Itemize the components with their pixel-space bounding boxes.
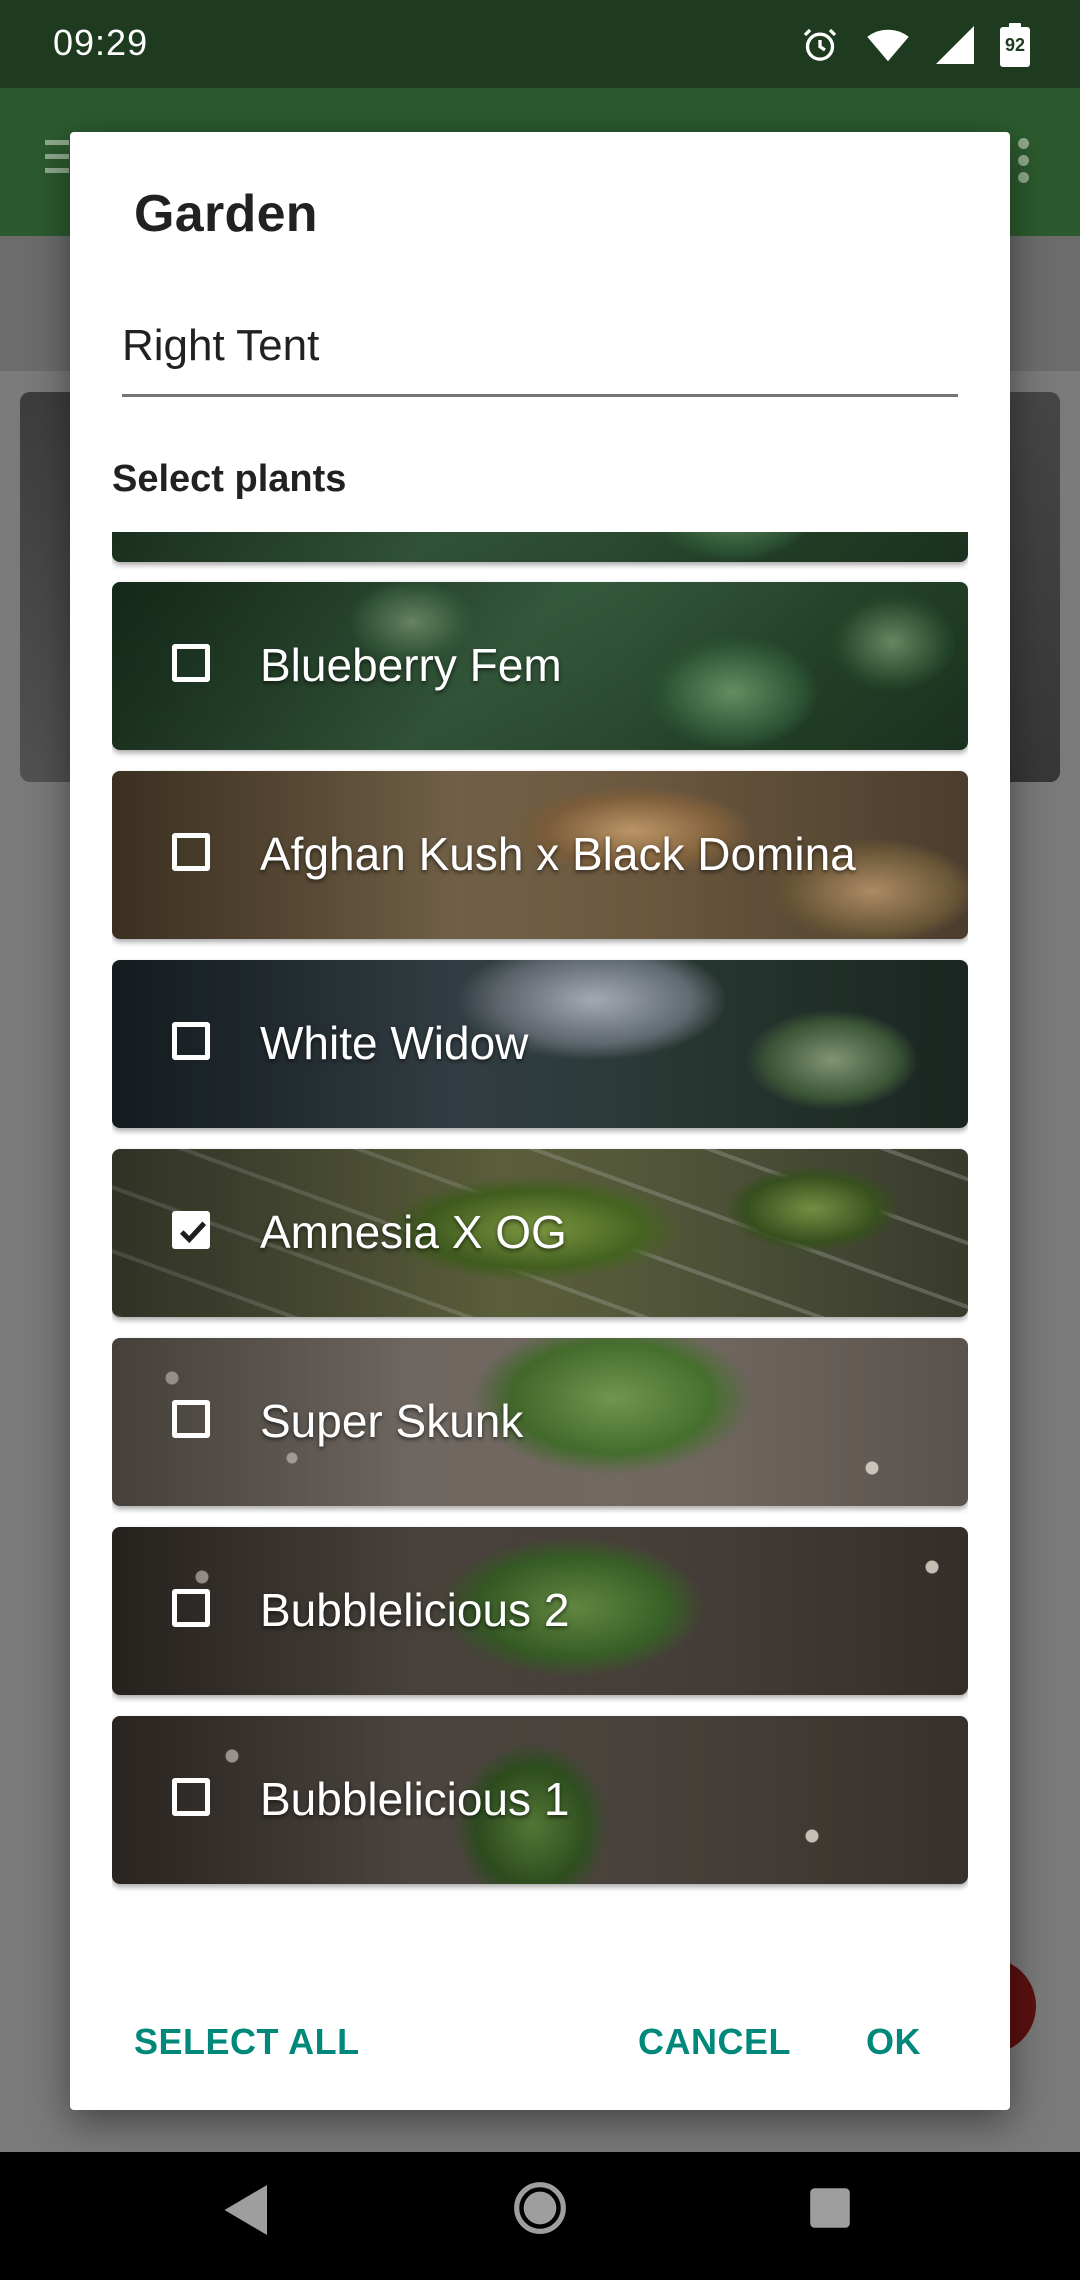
plant-checkbox[interactable]	[172, 1589, 210, 1627]
ok-button[interactable]: OK	[846, 2002, 941, 2082]
recents-icon[interactable]	[808, 2186, 852, 2235]
checkmark-icon	[179, 1221, 207, 1244]
plant-name: Afghan Kush x Black Domina	[260, 828, 856, 880]
select-plants-label: Select plants	[112, 458, 347, 500]
dialog-title: Garden	[134, 185, 318, 243]
plant-row[interactable]: Blueberry Fem	[112, 582, 968, 750]
garden-dialog: Garden Select plants Blueberry Fem Afgha…	[70, 132, 1010, 2110]
back-icon[interactable]	[222, 2182, 272, 2243]
plant-name: Blueberry Fem	[260, 639, 562, 691]
plant-checkbox[interactable]	[172, 644, 210, 682]
plant-list[interactable]: Blueberry Fem Afghan Kush x Black Domina…	[112, 532, 968, 2022]
plant-checkbox-checked[interactable]	[172, 1211, 210, 1249]
plant-row-partial[interactable]	[112, 532, 968, 562]
plant-row[interactable]: Amnesia X OG	[112, 1149, 968, 1317]
plant-row[interactable]: Bubblelicious 1	[112, 1716, 968, 1884]
plant-row[interactable]: White Widow	[112, 960, 968, 1128]
plant-name: Super Skunk	[260, 1395, 524, 1447]
plant-name: Bubblelicious 2	[260, 1584, 570, 1636]
plant-checkbox[interactable]	[172, 1778, 210, 1816]
plant-name: Bubblelicious 1	[260, 1773, 570, 1825]
navigation-bar	[0, 2152, 1080, 2280]
home-icon[interactable]	[512, 2180, 568, 2241]
cancel-button[interactable]: CANCEL	[618, 2002, 811, 2082]
plant-row[interactable]: Afghan Kush x Black Domina	[112, 771, 968, 939]
plant-name: Amnesia X OG	[260, 1206, 567, 1258]
plant-checkbox[interactable]	[172, 1400, 210, 1438]
select-all-button[interactable]: SELECT ALL	[114, 2002, 380, 2082]
dialog-actions: SELECT ALL CANCEL OK	[70, 2002, 1010, 2102]
plant-name: White Widow	[260, 1017, 529, 1069]
plant-row[interactable]: Bubblelicious 2	[112, 1527, 968, 1695]
plant-row[interactable]: Super Skunk	[112, 1338, 968, 1506]
garden-name-input[interactable]	[122, 312, 958, 397]
plant-checkbox[interactable]	[172, 833, 210, 871]
plant-checkbox[interactable]	[172, 1022, 210, 1060]
